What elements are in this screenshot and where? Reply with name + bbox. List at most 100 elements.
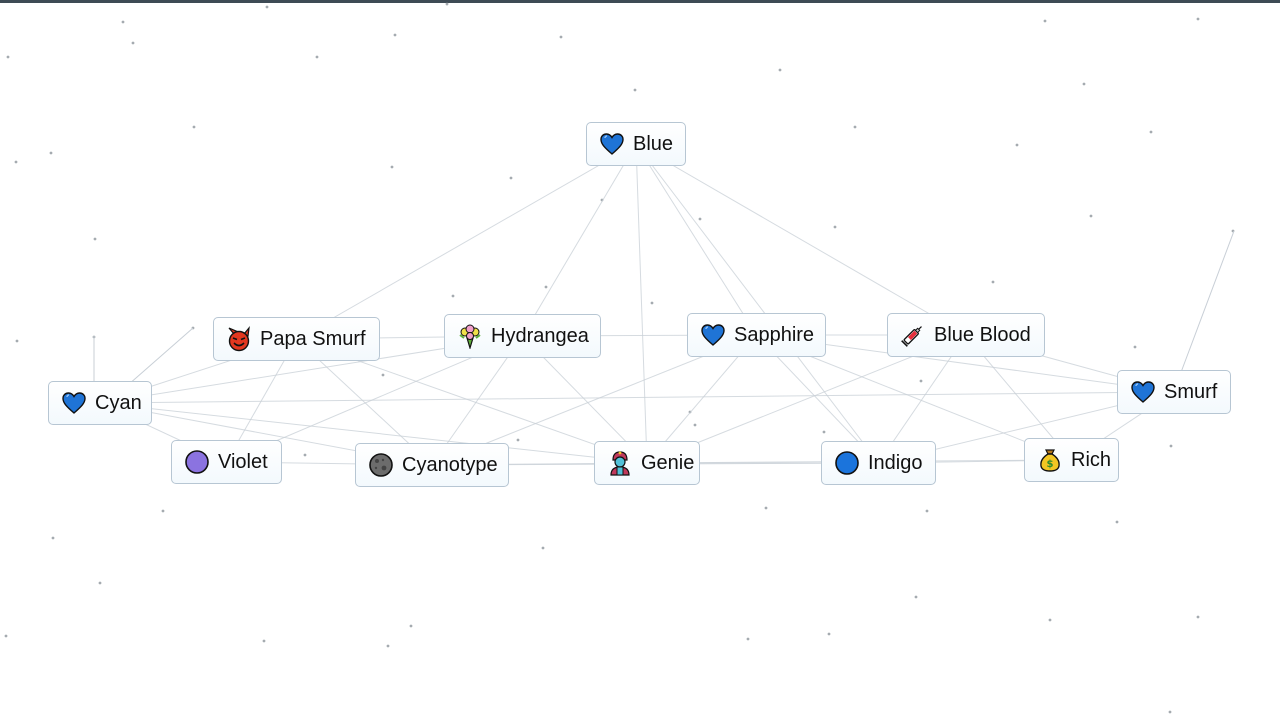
particle-dot: [303, 453, 307, 457]
particle-dot: [1149, 130, 1153, 134]
element-label: Violet: [218, 450, 268, 473]
particle-dot: [778, 68, 782, 72]
element-cyanotype[interactable]: Cyanotype: [355, 443, 509, 487]
particle-dot: [1015, 143, 1019, 147]
particle-dot: [1043, 19, 1047, 23]
particle-dot: [49, 151, 53, 155]
particle-dot: [516, 438, 520, 442]
connection-lines: [93, 143, 1235, 466]
particle-dot: [698, 217, 702, 221]
particle-dot: [1196, 615, 1200, 619]
particle-dot: [265, 5, 269, 9]
element-label: Blue: [633, 132, 674, 155]
particle-dot: [1048, 618, 1052, 622]
element-label: Papa Smurf: [260, 327, 366, 350]
blue-heart-icon: [61, 390, 87, 416]
connection-line: [99, 391, 1175, 404]
particle-dot: [161, 509, 165, 513]
element-hydrangea[interactable]: Hydrangea: [444, 314, 601, 358]
particle-dot: [1133, 345, 1137, 349]
new-moon-icon: [368, 452, 394, 478]
element-rich[interactable]: $ Rich: [1024, 438, 1119, 482]
particle-dot: [925, 509, 929, 513]
particle-dot: [764, 506, 768, 510]
element-label: Cyan: [95, 391, 142, 414]
particle-dot: [131, 41, 135, 45]
money-bag-icon: $: [1037, 447, 1063, 473]
particle-dot: [693, 423, 697, 427]
blue-heart-icon: [700, 322, 726, 348]
blue-circle-icon: [834, 450, 860, 476]
particle-dot: [1089, 214, 1093, 218]
particle-dot: [1168, 710, 1172, 714]
particle-dot: [4, 634, 8, 638]
particle-dot: [51, 536, 55, 540]
particle-dot: [93, 237, 97, 241]
particle-dot: [409, 624, 413, 628]
element-sapphire[interactable]: Sapphire: [687, 313, 826, 357]
blue-heart-icon: [1130, 379, 1156, 405]
particle-dot: [14, 160, 18, 164]
element-papa-smurf[interactable]: Papa Smurf: [213, 317, 380, 361]
particle-dot: [544, 285, 548, 289]
connection-line: [296, 143, 637, 340]
particle-dot: [509, 176, 513, 180]
element-indigo[interactable]: Indigo: [821, 441, 936, 485]
element-violet[interactable]: Violet: [171, 440, 282, 484]
particle-dot: [991, 280, 995, 284]
bouquet-icon: [457, 323, 483, 349]
particle-dot: [541, 546, 545, 550]
particle-dot: [746, 637, 750, 641]
particle-dot: [98, 581, 102, 585]
particle-dot: [6, 55, 10, 59]
particle-dot: [633, 88, 637, 92]
crafting-canvas[interactable]: [0, 0, 1280, 720]
particle-dot: [1169, 444, 1173, 448]
particle-dot: [559, 35, 563, 39]
connection-line: [635, 143, 967, 336]
particle-dot: [1196, 17, 1200, 21]
genie-icon: [607, 450, 633, 476]
particle-dot: [15, 339, 19, 343]
particle-dot: [381, 373, 385, 377]
element-cyan[interactable]: Cyan: [48, 381, 152, 425]
element-label: Rich: [1071, 448, 1112, 471]
particle-dot: [315, 55, 319, 59]
element-label: Genie: [641, 451, 695, 474]
particle-dot: [1115, 520, 1119, 524]
particle-dot: [822, 430, 826, 434]
particle-dot: [390, 165, 394, 169]
particle-dot: [386, 644, 390, 648]
particle-dot: [914, 595, 918, 599]
particle-dot: [853, 125, 857, 129]
particle-dot: [192, 125, 196, 129]
element-genie[interactable]: Genie: [594, 441, 700, 485]
particle-dot: [650, 301, 654, 305]
element-smurf[interactable]: Smurf: [1117, 370, 1231, 414]
blue-heart-icon: [599, 131, 625, 157]
syringe-icon: [900, 322, 926, 348]
svg-text:$: $: [1047, 459, 1054, 470]
element-label: Sapphire: [734, 323, 815, 346]
connection-line: [522, 143, 637, 337]
element-label: Hydrangea: [491, 324, 589, 347]
particle-dot: [833, 225, 837, 229]
connection-line: [1179, 230, 1235, 376]
connection-line: [635, 143, 757, 336]
connection-line: [635, 143, 879, 464]
connection-line: [635, 143, 648, 464]
element-blue[interactable]: Blue: [586, 122, 686, 166]
element-blue-blood[interactable]: Blue Blood: [887, 313, 1045, 357]
element-label: Blue Blood: [934, 323, 1031, 346]
element-label: Cyanotype: [402, 453, 498, 476]
particle-dot: [262, 639, 266, 643]
particle-dot: [451, 294, 455, 298]
particle-dot: [445, 2, 449, 6]
element-label: Indigo: [868, 451, 923, 474]
smiling-devil-icon: [226, 326, 252, 352]
particle-dot: [393, 33, 397, 37]
particle-dot: [1082, 82, 1086, 86]
purple-circle-icon: [184, 449, 210, 475]
element-label: Smurf: [1164, 380, 1218, 403]
particle-dot: [121, 20, 125, 24]
